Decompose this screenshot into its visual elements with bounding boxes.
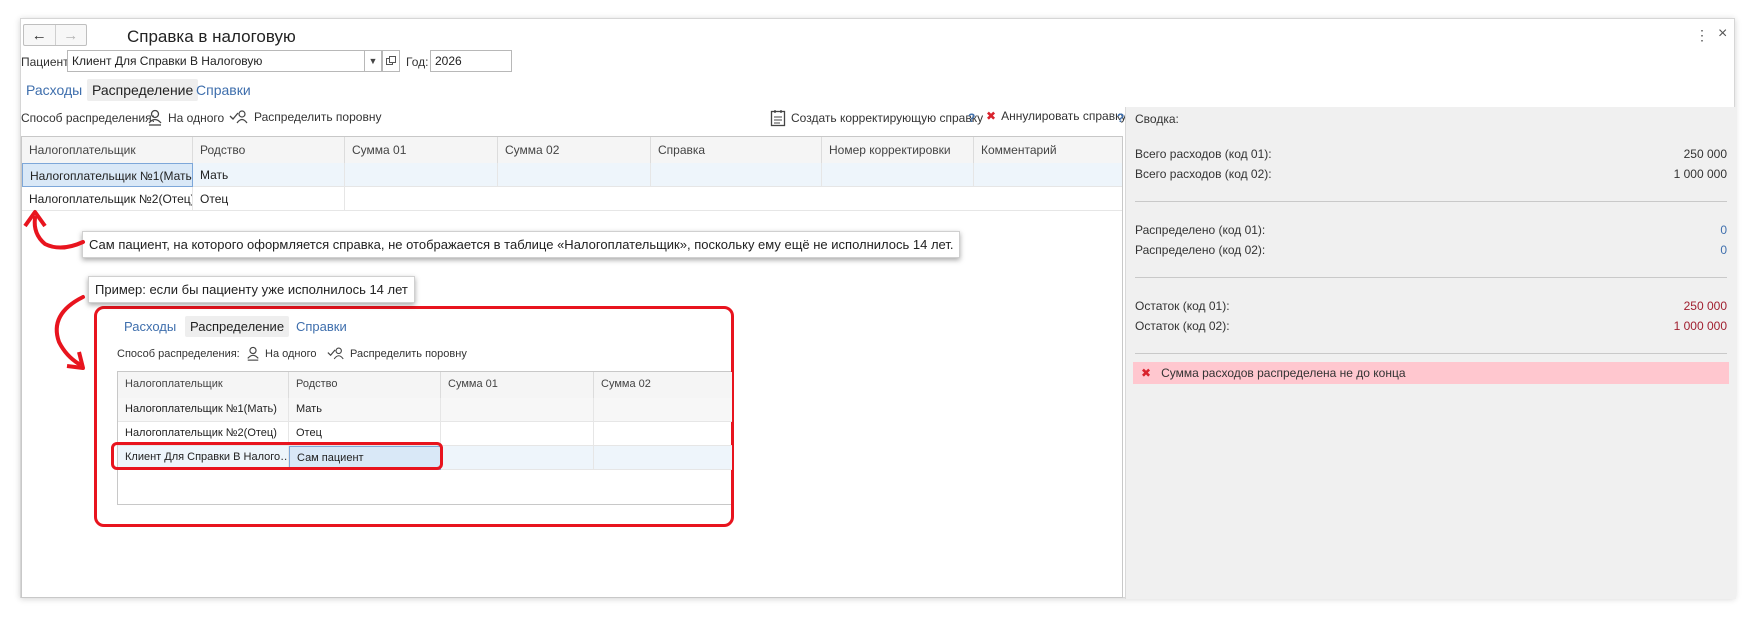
create-correction-button[interactable]: Создать корректирующую справку xyxy=(770,109,983,127)
summary-total01: Всего расходов (код 01): 250 000 xyxy=(1135,147,1727,161)
cancel-certificate-button[interactable]: ✖ Аннулировать справку xyxy=(986,109,1126,123)
person-icon xyxy=(148,109,162,126)
group-split-icon xyxy=(327,347,344,360)
forward-arrow-icon[interactable]: → xyxy=(54,25,87,45)
person-icon xyxy=(247,346,259,361)
create-help-icon[interactable]: ? xyxy=(968,111,975,125)
chevron-down-icon: ▼ xyxy=(368,56,378,66)
summary-distributed01: Распределено (код 01): 0 xyxy=(1135,223,1727,237)
col-header-sum02[interactable]: Сумма 02 xyxy=(498,137,651,163)
patient-open-button[interactable] xyxy=(382,50,400,72)
example-col-header-taxpayer[interactable]: Налогоплательщик xyxy=(118,372,289,398)
cell-sum02[interactable] xyxy=(498,163,651,187)
example-tab-distribution[interactable]: Распределение xyxy=(185,316,290,337)
example-one-person-button[interactable]: На одного xyxy=(246,346,317,362)
cell-certificate[interactable] xyxy=(651,163,822,187)
cell-relation[interactable]: Мать xyxy=(289,398,441,422)
example-col-header-sum02[interactable]: Сумма 02 xyxy=(594,372,732,398)
error-x-icon: ✖ xyxy=(1141,366,1152,380)
method-label: Способ распределения: xyxy=(21,111,155,125)
year-label: Год: xyxy=(406,55,429,69)
document-list-icon xyxy=(770,110,786,127)
patient-dropdown-button[interactable]: ▼ xyxy=(364,50,382,72)
cell-comment[interactable] xyxy=(974,163,1122,187)
cell-sum01[interactable] xyxy=(441,398,594,422)
divider xyxy=(1135,277,1727,278)
tab-expenses[interactable]: Расходы xyxy=(21,79,87,101)
divider xyxy=(1135,201,1727,202)
annotation-arrows xyxy=(23,210,85,370)
table-row[interactable]: Налогоплательщик №2(Отец) Отец xyxy=(22,187,1122,211)
cell-sum01[interactable] xyxy=(441,422,594,446)
table-row[interactable]: Налогоплательщик №1(Мать) Мать xyxy=(118,398,732,422)
col-header-taxpayer[interactable]: Налогоплательщик xyxy=(22,137,193,163)
year-field[interactable]: 2026 xyxy=(430,50,512,72)
patient-label: Пациент: xyxy=(21,55,73,69)
patient-field[interactable]: Клиент Для Справки В Налоговую xyxy=(67,50,365,72)
one-person-button[interactable]: На одного xyxy=(147,109,224,127)
example-taxpayers-table: Налогоплательщик Родство Сумма 01 Сумма … xyxy=(117,371,732,505)
split-evenly-button[interactable]: Распределить поровну xyxy=(229,109,381,125)
warning-banner: ✖ Сумма расходов распределена не до конц… xyxy=(1133,362,1729,384)
summary-rest02: Остаток (код 02): 1 000 000 xyxy=(1135,319,1727,333)
cell-relation[interactable]: Отец xyxy=(193,187,345,211)
col-header-certificate[interactable]: Справка xyxy=(651,137,822,163)
cell-correction-number[interactable] xyxy=(822,163,974,187)
cell-taxpayer[interactable]: Налогоплательщик №1(Мать) xyxy=(22,163,193,187)
app-window: ← → Справка в налоговую ⋮ × Пациент: Кли… xyxy=(20,18,1736,599)
group-split-icon xyxy=(229,110,248,124)
example-col-header-sum01[interactable]: Сумма 01 xyxy=(441,372,594,398)
more-menu-icon[interactable]: ⋮ xyxy=(1695,27,1709,44)
col-header-comment[interactable]: Комментарий xyxy=(974,137,1122,163)
cancel-x-icon: ✖ xyxy=(986,109,997,123)
summary-rest01: Остаток (код 01): 250 000 xyxy=(1135,299,1727,313)
table-row[interactable]: Налогоплательщик №1(Мать) Мать xyxy=(22,163,1122,187)
example-col-header-relation[interactable]: Родство xyxy=(289,372,441,398)
back-arrow-icon[interactable]: ← xyxy=(24,25,55,45)
cell-taxpayer[interactable]: Налогоплательщик №1(Мать) xyxy=(118,398,289,422)
summary-total02: Всего расходов (код 02): 1 000 000 xyxy=(1135,167,1727,181)
tab-certificates[interactable]: Справки xyxy=(191,79,256,101)
tab-distribution[interactable]: Распределение xyxy=(87,79,199,101)
cell-relation[interactable]: Мать xyxy=(193,163,345,187)
history-nav: ← → xyxy=(23,24,87,46)
cell-sum01[interactable] xyxy=(441,446,594,470)
callout-note1: Сам пациент, на которого оформляется спр… xyxy=(82,231,961,258)
cancel-help-icon[interactable]: ? xyxy=(1117,111,1124,125)
summary-title: Сводка: xyxy=(1135,112,1179,126)
summary-distributed02: Распределено (код 02): 0 xyxy=(1135,243,1727,257)
col-header-sum01[interactable]: Сумма 01 xyxy=(345,137,498,163)
col-header-relation[interactable]: Родство xyxy=(193,137,345,163)
col-header-correction-number[interactable]: Номер корректировки xyxy=(822,137,974,163)
divider xyxy=(1135,353,1727,354)
example-tab-certificates[interactable]: Справки xyxy=(291,316,352,337)
open-window-icon xyxy=(386,56,396,65)
highlight-patient-row xyxy=(111,442,443,470)
close-icon[interactable]: × xyxy=(1718,25,1727,43)
page-title: Справка в налоговую xyxy=(127,27,296,46)
example-split-evenly-button[interactable]: Распределить поровну xyxy=(327,346,467,361)
summary-panel: Сводка: Всего расходов (код 01): 250 000 … xyxy=(1125,107,1736,599)
cell-sum01[interactable] xyxy=(345,163,498,187)
